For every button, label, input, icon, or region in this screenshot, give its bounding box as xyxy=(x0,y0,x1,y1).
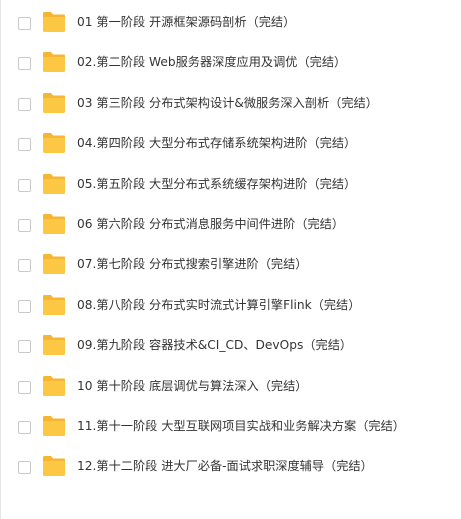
row-checkbox[interactable] xyxy=(18,17,31,30)
row-checkbox[interactable] xyxy=(18,219,31,232)
file-name: 10 第十阶段 底层调优与算法深入（完结） xyxy=(77,378,308,393)
file-name: 04.第四阶段 大型分布式存储系统架构进阶（完结） xyxy=(77,136,357,151)
list-item[interactable]: 06 第六阶段 分布式消息服务中间件进阶（完结） xyxy=(0,212,461,242)
list-item[interactable]: 11.第十一阶段 大型互联网项目实战和业务解决方案（完结） xyxy=(0,414,461,444)
list-item[interactable]: 03 第三阶段 分布式架构设计&微服务深入剖析（完结） xyxy=(0,91,461,121)
row-checkbox[interactable] xyxy=(18,421,31,434)
list-item[interactable]: 10 第十阶段 底层调优与算法深入（完结） xyxy=(0,374,461,404)
folder-icon xyxy=(42,132,66,154)
folder-icon xyxy=(42,11,66,33)
folder-icon xyxy=(42,213,66,235)
list-item[interactable]: 04.第四阶段 大型分布式存储系统架构进阶（完结） xyxy=(0,131,461,161)
list-item[interactable]: 07.第七阶段 分布式搜索引擎进阶（完结） xyxy=(0,252,461,282)
row-checkbox[interactable] xyxy=(18,97,31,111)
file-name: 08.第八阶段 分布式实时流式计算引擎Flink（完结） xyxy=(77,297,361,312)
folder-icon xyxy=(42,92,66,114)
file-name: 03 第三阶段 分布式架构设计&微服务深入剖析（完结） xyxy=(77,95,378,110)
list-item[interactable]: 01 第一阶段 开源框架源码剖析（完结） xyxy=(0,10,461,40)
folder-icon xyxy=(42,375,66,397)
row-checkbox[interactable] xyxy=(18,461,31,475)
folder-icon xyxy=(42,253,66,275)
row-checkbox[interactable] xyxy=(18,178,31,192)
folder-icon xyxy=(42,334,66,356)
list-item[interactable]: 08.第八阶段 分布式实时流式计算引擎Flink（完结） xyxy=(0,293,461,323)
file-name: 06 第六阶段 分布式消息服务中间件进阶（完结） xyxy=(77,217,345,231)
folder-icon xyxy=(42,415,66,437)
row-checkbox[interactable] xyxy=(18,138,31,152)
list-item[interactable]: 09.第九阶段 容器技术&CI_CD、DevOps（完结） xyxy=(0,333,461,363)
row-checkbox[interactable] xyxy=(18,380,31,394)
folder-icon xyxy=(42,455,66,477)
folder-icon xyxy=(42,51,66,73)
list-item[interactable]: 12.第十二阶段 进大厂必备-面试求职深度辅导（完结） xyxy=(0,454,461,484)
file-name: 11.第十一阶段 大型互联网项目实战和业务解决方案（完结） xyxy=(77,419,405,433)
list-item[interactable]: 05.第五阶段 大型分布式系统缓存架构进阶（完结） xyxy=(0,172,461,202)
row-checkbox[interactable] xyxy=(18,299,31,313)
row-checkbox[interactable] xyxy=(18,340,31,354)
file-name: 01 第一阶段 开源框架源码剖析（完结） xyxy=(77,15,296,29)
file-name: 12.第十二阶段 进大厂必备-面试求职深度辅导（完结） xyxy=(77,459,373,474)
file-name: 02.第二阶段 Web服务器深度应用及调优（完结） xyxy=(77,55,347,70)
row-checkbox[interactable] xyxy=(18,259,31,273)
file-name: 07.第七阶段 分布式搜索引擎进阶（完结） xyxy=(77,257,308,272)
folder-icon xyxy=(42,294,66,316)
file-name: 09.第九阶段 容器技术&CI_CD、DevOps（完结） xyxy=(77,338,353,353)
file-name: 05.第五阶段 大型分布式系统缓存架构进阶（完结） xyxy=(77,176,357,191)
row-checkbox[interactable] xyxy=(18,57,31,71)
list-item[interactable]: 02.第二阶段 Web服务器深度应用及调优（完结） xyxy=(0,50,461,80)
folder-icon xyxy=(42,173,66,195)
